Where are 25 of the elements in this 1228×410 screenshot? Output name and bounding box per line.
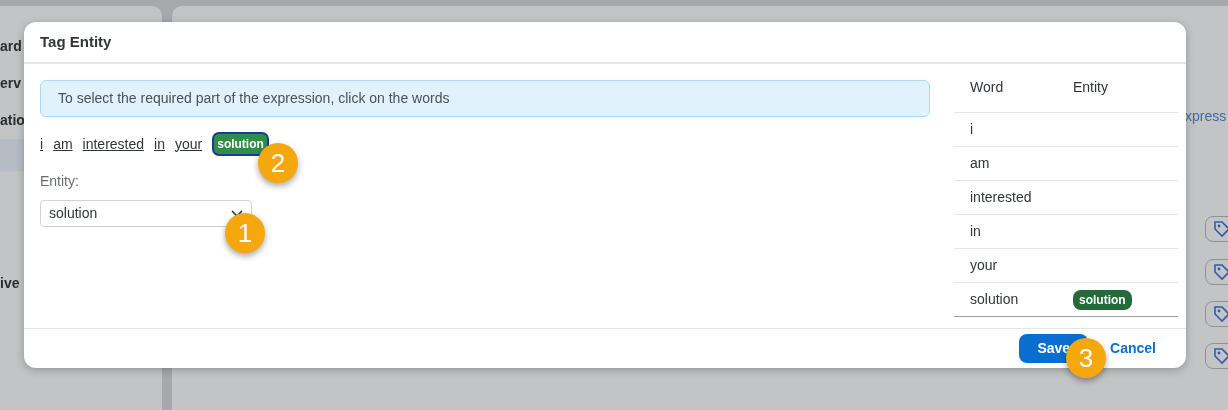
- word-link[interactable]: in: [154, 133, 165, 155]
- nav-item[interactable]: erv: [0, 73, 22, 94]
- entity-tag: solution: [1073, 289, 1132, 310]
- table-cell: your: [954, 248, 1057, 282]
- column-header: Word: [954, 64, 1057, 112]
- table-cell: solution: [954, 282, 1057, 316]
- tag-icon: [1213, 263, 1228, 281]
- tag-icon: [1213, 347, 1228, 365]
- table-cell: interested: [954, 180, 1057, 214]
- info-message: To select the required part of the expression, click on the words: [40, 80, 930, 117]
- nav-item[interactable]: atio: [0, 110, 25, 131]
- nav-item[interactable]: ive: [0, 273, 20, 294]
- table-cell: in: [954, 214, 1057, 248]
- tag-icon: [1213, 305, 1228, 323]
- field-label: Entity:: [40, 172, 80, 191]
- nav-item[interactable]: ard: [0, 36, 22, 57]
- dialog-title: Tag Entity: [24, 22, 1186, 64]
- word-link[interactable]: your: [174, 133, 203, 155]
- table-cell: am: [954, 146, 1057, 180]
- word-link[interactable]: interested: [82, 133, 145, 155]
- tag-icon: [1213, 220, 1228, 238]
- cancel-button[interactable]: Cancel: [1104, 334, 1162, 363]
- column-header: Entity: [1057, 64, 1178, 112]
- word-link[interactable]: am: [53, 133, 73, 155]
- table-cell: i: [954, 112, 1057, 146]
